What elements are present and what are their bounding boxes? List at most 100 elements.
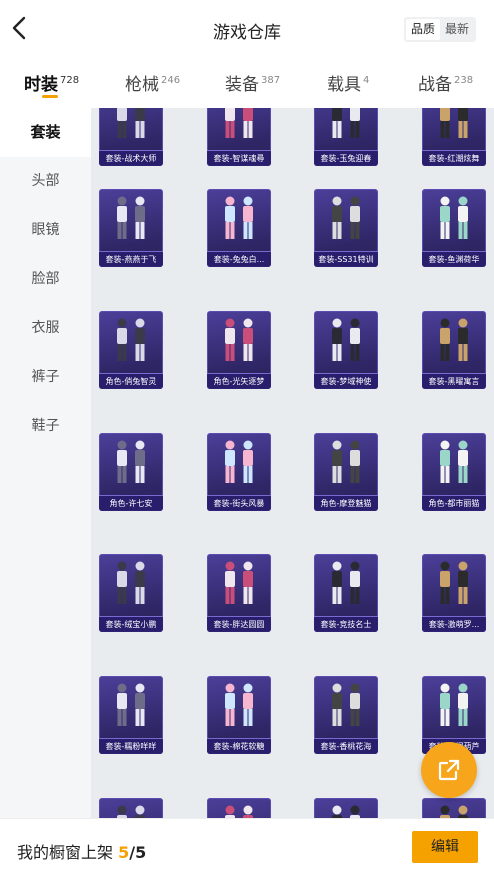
outfit-thumbnail-icon — [225, 440, 253, 483]
outfit-thumbnail-icon — [225, 561, 253, 604]
item-name: 套装-激萌罗... — [422, 616, 486, 632]
outfit-thumbnail-icon — [117, 108, 145, 138]
item-card[interactable]: 套装-红潮炫舞 — [422, 108, 486, 166]
item-name: 角色-都市丽猫 — [422, 495, 486, 511]
item-card[interactable]: 角色-都市丽猫 — [422, 433, 486, 511]
item-card[interactable] — [422, 798, 486, 818]
sidebar-item-face[interactable]: 脸部 — [0, 255, 91, 304]
item-name: 套装-梦域神使 — [314, 373, 378, 389]
outfit-thumbnail-icon — [225, 683, 253, 726]
item-name: 角色-光矢逐梦 — [207, 373, 271, 389]
outfit-thumbnail-icon — [225, 196, 253, 239]
item-card[interactable]: 套装-胖达圆圆 — [207, 554, 271, 632]
category-tabs: 时装 728 枪械 246 装备 387 载具 4 战备 238 — [0, 58, 494, 108]
item-card[interactable] — [314, 798, 378, 818]
item-card[interactable]: 套装-糯粉咩咩 — [99, 676, 163, 754]
edit-button[interactable]: 编辑 — [412, 831, 478, 863]
item-name: 套装-智谋魂尋 — [207, 150, 271, 166]
outfit-thumbnail-icon — [332, 683, 360, 726]
sort-option-quality[interactable]: 品质 — [406, 19, 440, 40]
item-name: 角色-摩登魅猫 — [314, 495, 378, 511]
sidebar: 套装 头部 眼镜 脸部 衣服 裤子 鞋子 — [0, 108, 91, 818]
tab-count: 387 — [261, 75, 281, 86]
active-tab-indicator — [42, 95, 58, 98]
item-card[interactable]: 套装-战术大师 — [99, 108, 163, 166]
item-card[interactable]: 套装-鱼渊荷华 — [422, 189, 486, 267]
item-name: 套装-战术大师 — [99, 150, 163, 166]
item-card[interactable]: 角色-光矢逐梦 — [207, 311, 271, 389]
item-card[interactable]: 套装-街头风暴 — [207, 433, 271, 511]
item-name: 套装-鱼渊荷华 — [422, 251, 486, 267]
outfit-thumbnail-icon — [225, 108, 253, 138]
sidebar-item-glasses[interactable]: 眼镜 — [0, 206, 91, 255]
bottom-bar: 我的橱窗上架 5/5 编辑 — [0, 818, 494, 875]
outfit-thumbnail-icon — [117, 440, 145, 483]
item-card[interactable]: 套装-激萌罗... — [422, 554, 486, 632]
outfit-thumbnail-icon — [332, 108, 360, 138]
item-card[interactable] — [207, 798, 271, 818]
item-card[interactable]: 套装-竞技名士 — [314, 554, 378, 632]
outfit-thumbnail-icon — [332, 440, 360, 483]
outfit-thumbnail-icon — [440, 805, 468, 818]
tab-equipment[interactable]: 装备 387 — [225, 70, 280, 95]
outfit-thumbnail-icon — [440, 561, 468, 604]
tab-count: 4 — [363, 75, 370, 86]
item-name: 套装-玉兔迎春 — [314, 150, 378, 166]
share-external-icon — [438, 759, 460, 781]
item-card[interactable]: 角色-摩登魅猫 — [314, 433, 378, 511]
item-name: 套装-棉花软糖 — [207, 738, 271, 754]
sidebar-item-shoes[interactable]: 鞋子 — [0, 402, 91, 451]
item-card[interactable]: 套装-绒宝小鹏 — [99, 554, 163, 632]
showcase-current-count: 5 — [118, 843, 130, 862]
outfit-thumbnail-icon — [225, 318, 253, 361]
item-grid[interactable]: 套装-战术大师 套装-智谋魂尋 套装-玉兔迎春 套装-红潮炫舞套装-燕燕于飞 套装-兔兔… — [91, 108, 494, 818]
sidebar-item-pants[interactable]: 裤子 — [0, 353, 91, 402]
item-name: 套装-街头风暴 — [207, 495, 271, 511]
item-card[interactable]: 套装-智谋魂尋 — [207, 108, 271, 166]
item-card[interactable]: 套装-燕燕于飞 — [99, 189, 163, 267]
tab-weapons[interactable]: 枪械 246 — [125, 70, 180, 95]
item-name: 套装-胖达圆圆 — [207, 616, 271, 632]
sort-toggle[interactable]: 品质 最新 — [404, 17, 476, 42]
item-card[interactable]: 套装-玉兔迎春 — [314, 108, 378, 166]
tab-supplies[interactable]: 战备 238 — [418, 70, 473, 95]
outfit-thumbnail-icon — [440, 318, 468, 361]
item-card[interactable]: 角色-俏兔智灵 — [99, 311, 163, 389]
item-card[interactable]: 套装-SS31特训 — [314, 189, 378, 267]
item-card[interactable] — [99, 798, 163, 818]
item-card[interactable]: 套装-香桃花海 — [314, 676, 378, 754]
item-name: 角色-俏兔智灵 — [99, 373, 163, 389]
tab-vehicles[interactable]: 载具 4 — [327, 70, 369, 95]
outfit-thumbnail-icon — [117, 683, 145, 726]
item-name: 套装-糯粉咩咩 — [99, 738, 163, 754]
showcase-total-count: 5 — [135, 843, 147, 862]
tab-fashion[interactable]: 时装 728 — [24, 70, 79, 95]
item-name: 套装-绒宝小鹏 — [99, 616, 163, 632]
sort-option-latest[interactable]: 最新 — [440, 19, 474, 40]
item-card[interactable]: 套装-黑曜寓言 — [422, 311, 486, 389]
tab-count: 238 — [454, 75, 474, 86]
share-button[interactable] — [421, 742, 477, 798]
outfit-thumbnail-icon — [440, 108, 468, 138]
item-name: 套装-黑曜寓言 — [422, 373, 486, 389]
item-name: 角色-许七安 — [99, 495, 163, 511]
sidebar-item-head[interactable]: 头部 — [0, 157, 91, 206]
outfit-thumbnail-icon — [117, 318, 145, 361]
outfit-thumbnail-icon — [332, 561, 360, 604]
item-name: 套装-SS31特训 — [314, 251, 378, 267]
outfit-thumbnail-icon — [117, 561, 145, 604]
sidebar-item-outfit[interactable]: 套装 — [0, 108, 91, 157]
outfit-thumbnail-icon — [225, 805, 253, 818]
item-card[interactable]: 套装-棉花软糖 — [207, 676, 271, 754]
top-bar: 游戏仓库 品质 最新 — [0, 0, 494, 58]
sidebar-item-clothes[interactable]: 衣服 — [0, 304, 91, 353]
item-name: 套装-燕燕于飞 — [99, 251, 163, 267]
outfit-thumbnail-icon — [332, 318, 360, 361]
tab-count: 728 — [60, 75, 80, 86]
item-name: 套装-红潮炫舞 — [422, 150, 486, 166]
outfit-thumbnail-icon — [440, 440, 468, 483]
item-card[interactable]: 套装-梦域神使 — [314, 311, 378, 389]
outfit-thumbnail-icon — [117, 196, 145, 239]
item-card[interactable]: 套装-兔兔白... — [207, 189, 271, 267]
item-card[interactable]: 角色-许七安 — [99, 433, 163, 511]
